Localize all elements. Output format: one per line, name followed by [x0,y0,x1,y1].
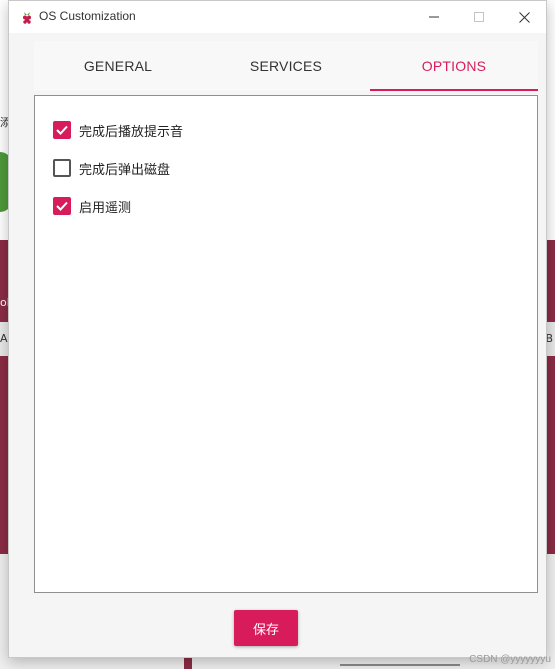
background-progress-line [340,664,460,666]
checkbox-play-sound[interactable] [53,121,71,139]
close-button[interactable] [501,1,547,33]
tab-services[interactable]: SERVICES [202,41,370,91]
option-label: 启用遥测 [79,200,132,216]
option-label: 完成后播放提示音 [79,124,184,140]
maximize-button[interactable] [456,1,502,33]
options-panel: 完成后播放提示音 完成后弹出磁盘 启用遥测 [34,95,538,593]
title-bar[interactable]: OS Customization [9,1,546,33]
close-icon [518,11,530,23]
checkmark-icon [56,201,68,211]
minimize-icon [429,16,439,18]
option-eject-media[interactable]: 完成后弹出磁盘 [53,158,170,178]
background-app-panel-right [547,112,555,240]
checkbox-enable-telemetry[interactable] [53,197,71,215]
window-title: OS Customization [39,9,136,23]
maximize-icon [474,12,484,22]
watermark-text: CSDN @yyyyyyyu [469,654,551,665]
option-label: 完成后弹出磁盘 [79,162,171,178]
tab-general[interactable]: GENERAL [34,41,202,91]
checkbox-eject-media[interactable] [53,159,71,177]
raspberry-pi-icon [20,10,34,24]
option-enable-telemetry[interactable]: 启用遥测 [53,196,131,216]
minimize-button[interactable] [411,1,457,33]
dialog-content: GENERAL SERVICES OPTIONS 完成后播放提示音 完成后弹出磁… [9,33,546,657]
save-button[interactable]: 保存 [234,610,298,646]
tab-bar: GENERAL SERVICES OPTIONS [34,41,538,91]
checkmark-icon [56,125,68,135]
os-customization-dialog: OS Customization GENERAL SERVICES OPTION… [8,0,547,658]
option-play-sound[interactable]: 完成后播放提示音 [53,120,183,140]
tab-options[interactable]: OPTIONS [370,41,538,91]
